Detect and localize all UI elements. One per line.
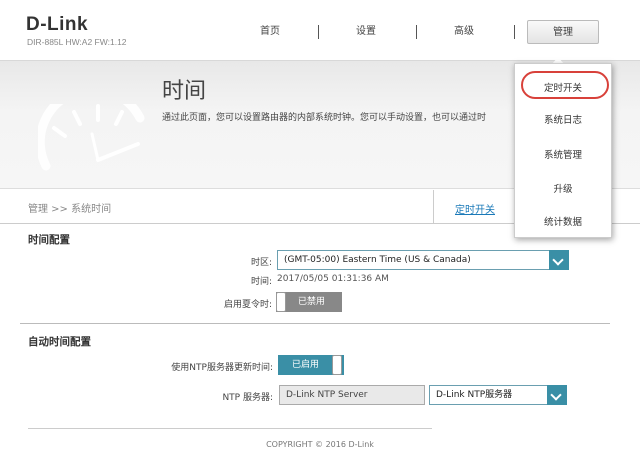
ntp-update-label: 使用NTP服务器更新时间: bbox=[171, 363, 273, 373]
nav-management[interactable]: 管理 bbox=[527, 20, 599, 44]
chevron-down-icon[interactable] bbox=[549, 250, 569, 270]
ntp-update-state: 已启用 bbox=[292, 360, 320, 370]
highlight-ring bbox=[521, 71, 609, 99]
dst-state: 已禁用 bbox=[298, 297, 326, 307]
page-description: 通过此页面，您可以设置路由器的内部系统时钟。您可以手动设置，也可以通过时 bbox=[162, 113, 487, 123]
schedule-link[interactable]: 定时开关 bbox=[455, 201, 495, 216]
ntp-server-label: NTP 服务器: bbox=[222, 393, 273, 403]
time-label: 时间: bbox=[250, 277, 272, 287]
toggle-knob[interactable] bbox=[276, 292, 286, 312]
dst-label: 启用夏令时: bbox=[223, 300, 272, 310]
top-nav: 首页 设置 高级 管理 bbox=[220, 20, 600, 44]
nav-settings[interactable]: 设置 bbox=[338, 20, 394, 44]
ntp-server-select[interactable]: D-Link NTP服务器 bbox=[429, 385, 567, 405]
model-info: DIR-885L HW:A2 FW:1.12 bbox=[27, 37, 127, 47]
ntp-server-input[interactable]: D-Link NTP Server bbox=[279, 385, 425, 405]
router-admin-page: D-Link DIR-885L HW:A2 FW:1.12 首页 设置 高级 管… bbox=[0, 0, 640, 458]
toggle-knob[interactable] bbox=[332, 355, 342, 375]
timezone-label: 时区: bbox=[250, 258, 272, 268]
section-divider bbox=[20, 323, 610, 324]
page-title: 时间 bbox=[162, 79, 207, 104]
chevron-down-icon[interactable] bbox=[547, 385, 567, 405]
menu-item-system-admin[interactable]: 系统管理 bbox=[515, 147, 611, 161]
timezone-value: (GMT-05:00) Eastern Time (US & Canada) bbox=[284, 255, 471, 265]
menu-item-upgrade[interactable]: 升级 bbox=[515, 181, 611, 195]
auto-time-config-title: 自动时间配置 bbox=[28, 336, 91, 348]
menu-item-system-log[interactable]: 系统日志 bbox=[515, 112, 611, 126]
dlink-logo[interactable]: D-Link bbox=[26, 14, 88, 36]
nav-home[interactable]: 首页 bbox=[242, 20, 298, 44]
nav-separator bbox=[318, 25, 319, 39]
ntp-server-select-value: D-Link NTP服务器 bbox=[436, 390, 513, 400]
breadcrumb: 管理 >> 系统时间 bbox=[28, 204, 112, 215]
header: D-Link DIR-885L HW:A2 FW:1.12 首页 设置 高级 管… bbox=[0, 0, 640, 60]
time-value: 2017/05/05 01:31:36 AM bbox=[277, 274, 389, 284]
timezone-select[interactable]: (GMT-05:00) Eastern Time (US & Canada) bbox=[277, 250, 569, 270]
menu-item-statistics[interactable]: 统计数据 bbox=[515, 214, 611, 228]
time-config-title: 时间配置 bbox=[28, 234, 70, 246]
dst-toggle[interactable]: 已禁用 bbox=[276, 292, 342, 312]
ntp-update-toggle[interactable]: 已启用 bbox=[278, 355, 344, 375]
nav-separator bbox=[416, 25, 417, 39]
footer-divider bbox=[28, 428, 432, 429]
nav-advanced[interactable]: 高级 bbox=[436, 20, 492, 44]
clock-icon bbox=[38, 104, 145, 171]
copyright: COPYRIGHT © 2016 D-Link bbox=[266, 440, 374, 449]
nav-separator bbox=[514, 25, 515, 39]
